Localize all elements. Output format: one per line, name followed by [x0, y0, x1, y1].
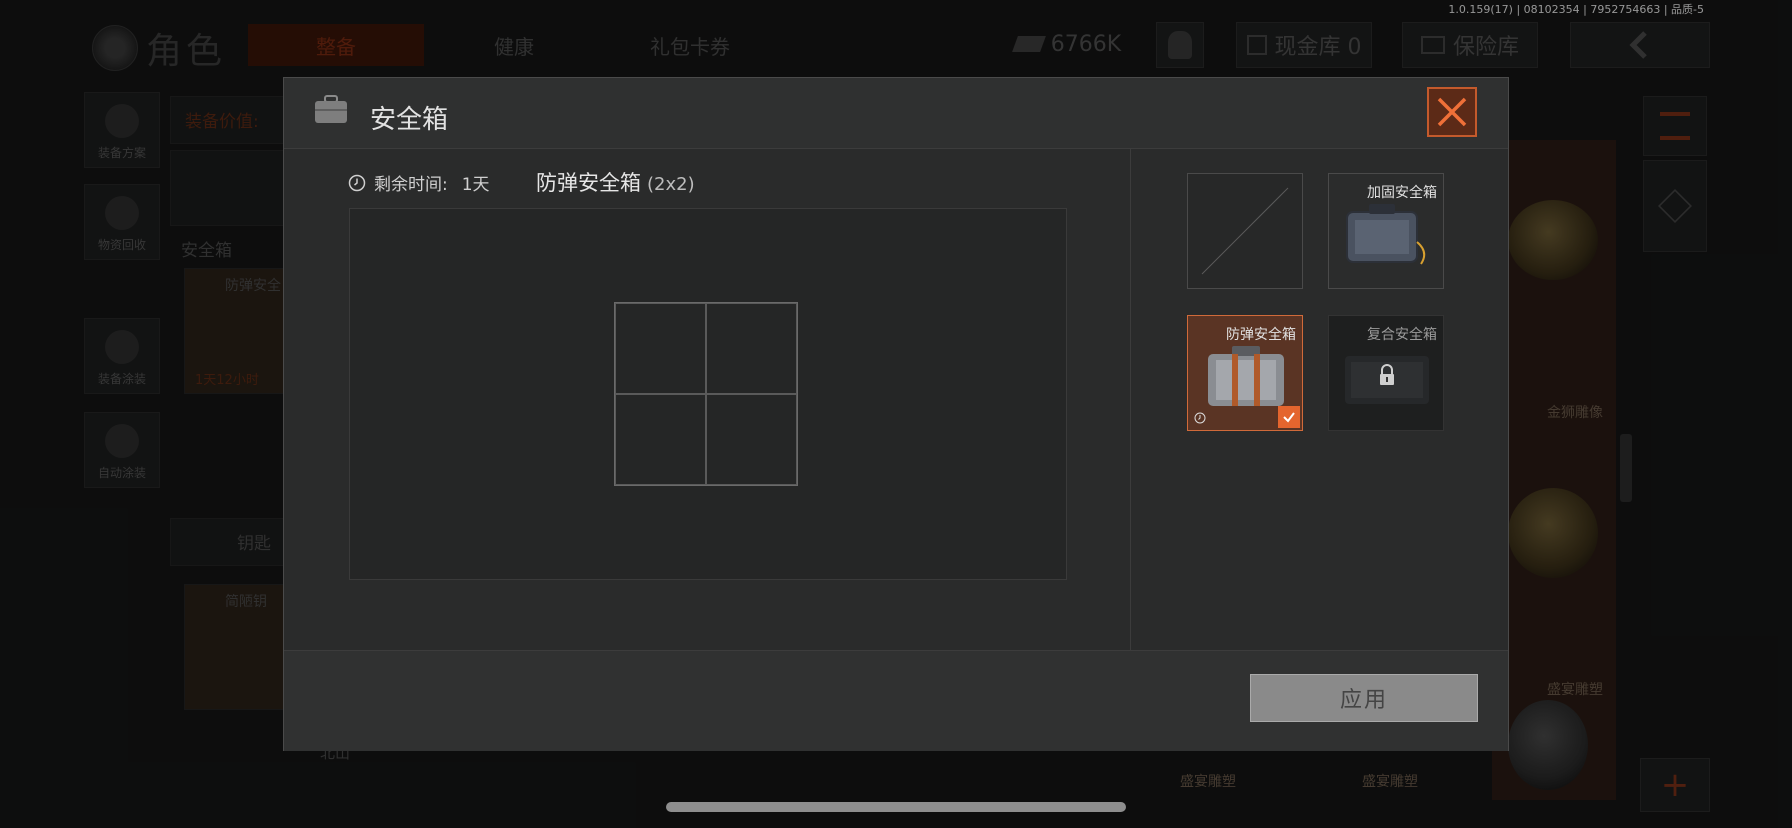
close-button[interactable] [1427, 87, 1477, 137]
safe-box-grid [614, 302, 798, 486]
safe-box-dialog: 安全箱 剩余时间: 1天 防弹安全箱 (2x2) 加固安全箱 防弹安全箱 复合安… [283, 77, 1509, 751]
lock-icon [1380, 364, 1394, 385]
selected-box-name: 防弹安全箱 [536, 171, 641, 195]
clock-icon [1194, 412, 1206, 424]
panel-divider [1130, 148, 1131, 650]
briefcase-icon [315, 95, 347, 123]
grid-cell[interactable] [706, 394, 797, 485]
remaining-time: 剩余时间: 1天 [348, 170, 490, 195]
slot-label: 复合安全箱 [1367, 327, 1437, 343]
slot-composite-box[interactable]: 复合安全箱 [1328, 315, 1444, 431]
remaining-time-value: 1天 [461, 175, 490, 195]
apply-button[interactable]: 应用 [1250, 674, 1478, 722]
slot-label: 加固安全箱 [1367, 185, 1437, 201]
remaining-time-label: 剩余时间: [374, 175, 448, 195]
dialog-title: 安全箱 [370, 105, 449, 135]
grid-cell[interactable] [615, 394, 706, 485]
empty-slash-icon [1201, 187, 1289, 275]
slot-reinforced-box[interactable]: 加固安全箱 [1328, 173, 1444, 289]
bulletproof-case-image [1208, 346, 1284, 406]
selected-box-title: 防弹安全箱 (2x2) [536, 167, 695, 197]
home-indicator[interactable] [666, 802, 1126, 812]
slot-label: 防弹安全箱 [1226, 327, 1296, 343]
close-icon [1437, 97, 1467, 127]
dialog-header: 安全箱 [284, 78, 1508, 149]
slot-empty[interactable] [1187, 173, 1303, 289]
grid-cell[interactable] [706, 303, 797, 394]
grid-cell[interactable] [615, 303, 706, 394]
safe-box-preview [349, 208, 1067, 580]
selected-box-size: (2x2) [647, 174, 695, 195]
selected-check-icon [1278, 406, 1300, 428]
reinforced-case-image [1346, 204, 1426, 265]
clock-icon [348, 174, 366, 191]
slot-bulletproof-box[interactable]: 防弹安全箱 [1187, 315, 1303, 431]
